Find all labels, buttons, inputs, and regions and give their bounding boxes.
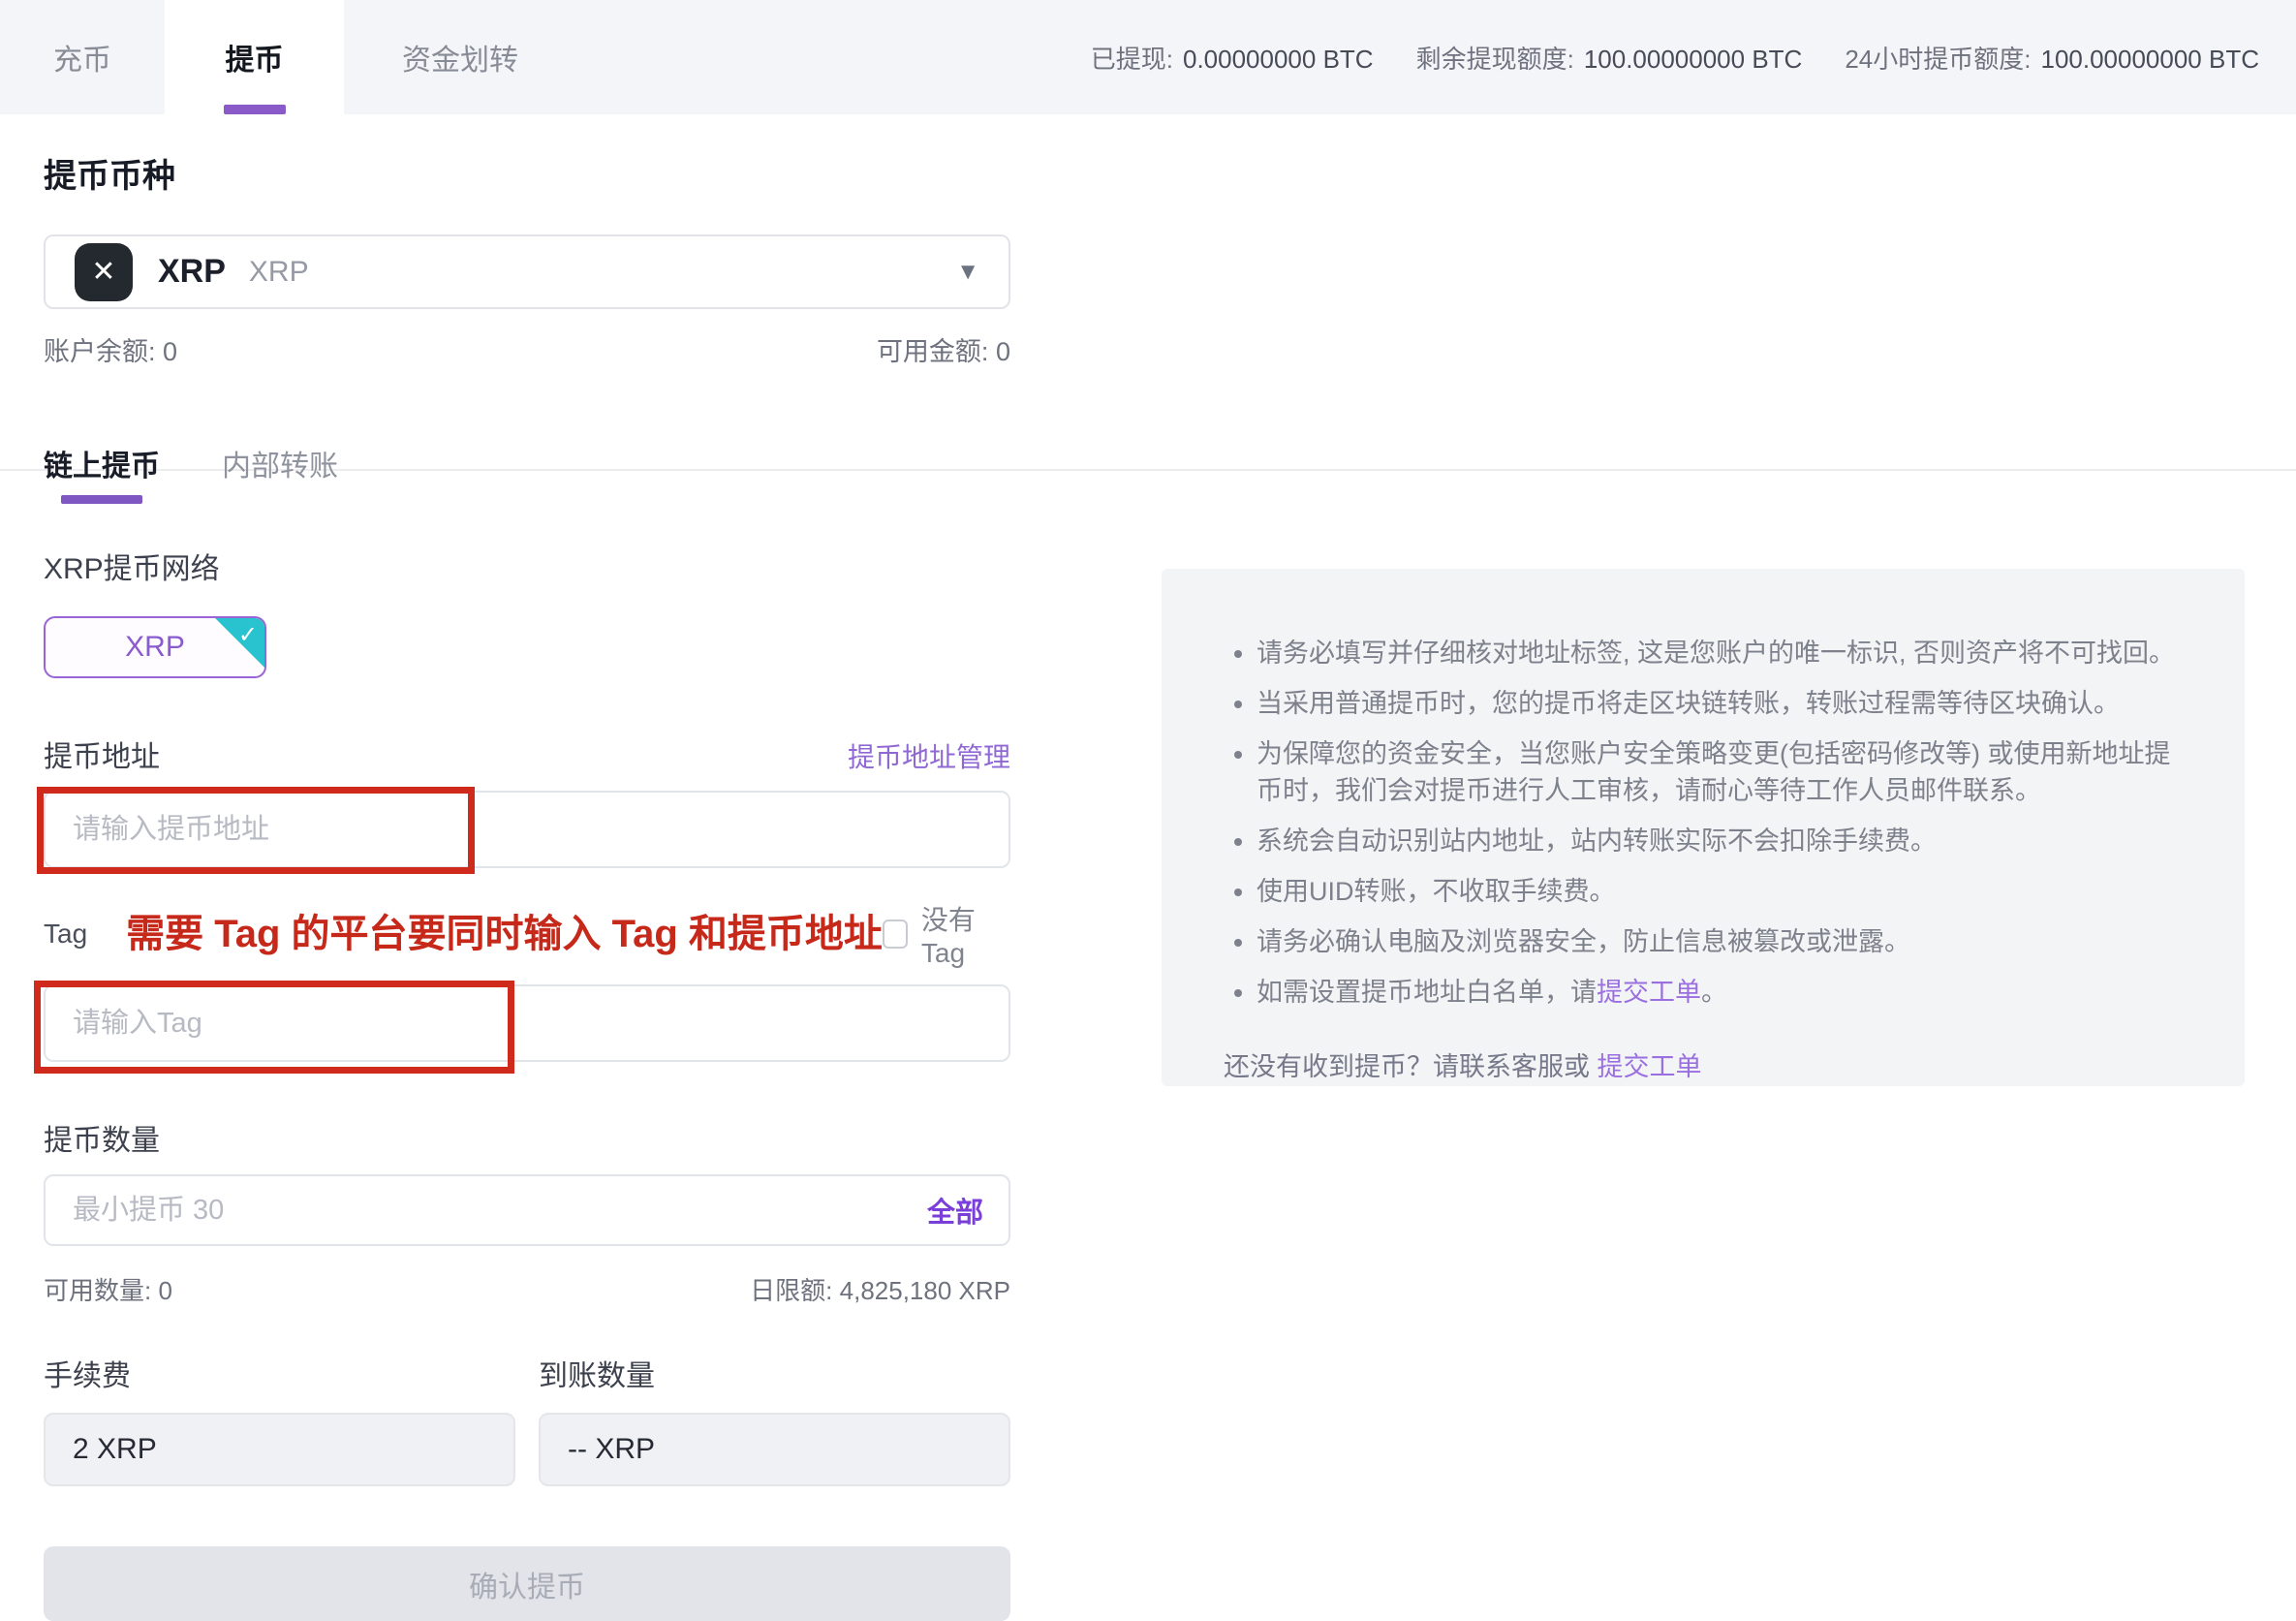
tab-fund-transfer-label: 资金划转 [402, 36, 518, 78]
no-tag-checkbox[interactable] [883, 920, 908, 949]
address-field-head: 提币地址 提币地址管理 [44, 733, 1010, 775]
tab-deposit[interactable]: 充币 [0, 0, 165, 114]
amount-input[interactable] [44, 1174, 1010, 1246]
available-quantity: 可用数量: 0 [44, 1271, 172, 1307]
tag-input[interactable] [44, 984, 1010, 1062]
notice-item: 请务必填写并仔细核对地址标签, 这是您账户的唯一标识, 否则资产将不可找回。 [1257, 635, 2183, 671]
tab-deposit-label: 充币 [53, 36, 111, 78]
tab-withdraw[interactable]: 提币 [165, 0, 344, 114]
tab-fund-transfer[interactable]: 资金划转 [344, 0, 576, 114]
notice-item: 为保障您的资金安全，当您账户安全策略变更(包括密码修改等) 或使用新地址提币时，… [1257, 735, 2183, 809]
notice-panel: 请务必填写并仔细核对地址标签, 这是您账户的唯一标识, 否则资产将不可找回。 当… [1162, 569, 2245, 1086]
fee-value: 2 XRP [44, 1413, 515, 1486]
no-tag-option[interactable]: 没有 Tag [883, 899, 1010, 969]
stat-remaining-quota: 剩余提现额度: 100.00000000 BTC [1416, 40, 1803, 76]
network-chip-label: XRP [125, 631, 185, 664]
network-chip-xrp[interactable]: XRP ✓ [44, 616, 266, 678]
currency-symbol: XRP [158, 253, 226, 291]
panel-footer: 还没有收到提币？请联系客服或 提交工单 [1224, 1045, 2183, 1083]
address-input-wrap [44, 791, 1010, 868]
currency-selector[interactable]: ✕ XRP XRP ▼ [44, 234, 1010, 309]
daily-limit: 日限额: 4,825,180 XRP [750, 1271, 1010, 1307]
balance-row: 账户余额: 0 可用金额: 0 [44, 330, 1010, 368]
tag-annotation-text: 需要 Tag 的平台要同时输入 Tag 和提币地址 [126, 912, 883, 956]
method-tabs: 链上提币 内部转账 [44, 442, 1010, 504]
notice-item: 请务必确认电脑及浏览器安全，防止信息被篡改或泄露。 [1257, 923, 2183, 960]
available-amount: 可用金额: 0 [877, 330, 1010, 368]
network-label: XRP提币网络 [44, 545, 1010, 587]
tab-onchain-withdraw[interactable]: 链上提币 [44, 442, 160, 504]
fee-label: 手续费 [44, 1360, 131, 1392]
withdraw-form: 提币币种 ✕ XRP XRP ▼ 账户余额: 0 可用金额: 0 链上提币 内部… [44, 114, 1010, 1621]
receive-value: -- XRP [539, 1413, 1010, 1486]
onchain-tab-underline [61, 495, 142, 504]
chevron-down-icon: ▼ [956, 261, 979, 284]
fee-row: 手续费 2 XRP 到账数量 -- XRP [44, 1352, 1010, 1486]
address-input[interactable] [44, 791, 1010, 868]
receive-label: 到账数量 [539, 1360, 655, 1392]
submit-ticket-link[interactable]: 提交工单 [1597, 978, 1701, 1007]
receive-column: 到账数量 -- XRP [539, 1352, 1010, 1486]
amount-label: 提币数量 [44, 1116, 160, 1159]
currency-name: XRP [249, 256, 309, 289]
notice-item: 当采用普通提币时，您的提币将走区块链转账，转账过程需等待区块确认。 [1257, 685, 2183, 722]
all-button[interactable]: 全部 [927, 1190, 983, 1231]
notice-list: 请务必填写并仔细核对地址标签, 这是您账户的唯一标识, 否则资产将不可找回。 当… [1224, 635, 2183, 1011]
limits-row: 可用数量: 0 日限额: 4,825,180 XRP [44, 1271, 1010, 1307]
check-icon: ✓ [238, 621, 258, 649]
tab-internal-transfer[interactable]: 内部转账 [222, 442, 338, 504]
confirm-withdraw-button[interactable]: 确认提币 [44, 1546, 1010, 1621]
address-label: 提币地址 [44, 733, 160, 775]
no-tag-label: 没有 Tag [921, 899, 1010, 969]
account-balance: 账户余额: 0 [44, 330, 177, 368]
section-title-currency: 提币币种 [44, 157, 1010, 196]
active-tab-underline [224, 105, 286, 114]
tab-withdraw-label: 提币 [226, 36, 284, 78]
stat-withdrawn: 已提现: 0.00000000 BTC [1091, 40, 1374, 76]
fee-column: 手续费 2 XRP [44, 1352, 515, 1486]
top-tab-bar: 充币 提币 资金划转 已提现: 0.00000000 BTC 剩余提现额度: 1… [0, 0, 2296, 114]
stat-24h-quota: 24小时提币额度: 100.00000000 BTC [1845, 40, 2259, 76]
footer-submit-ticket-link[interactable]: 提交工单 [1598, 1052, 1702, 1081]
address-manage-link[interactable]: 提币地址管理 [848, 736, 1010, 775]
notice-item: 系统会自动识别站内地址，站内转账实际不会扣除手续费。 [1257, 823, 2183, 859]
amount-input-wrap: 全部 [44, 1174, 1010, 1246]
tag-label: Tag [44, 919, 87, 950]
tag-field-head: Tag 需要 Tag 的平台要同时输入 Tag 和提币地址 没有 Tag [44, 899, 1010, 969]
notice-item: 使用UID转账，不收取手续费。 [1257, 873, 2183, 910]
xrp-coin-icon: ✕ [75, 243, 133, 301]
withdraw-quota-stats: 已提现: 0.00000000 BTC 剩余提现额度: 100.00000000… [1091, 0, 2296, 114]
amount-field-head: 提币数量 [44, 1116, 1010, 1159]
notice-item-whitelist: 如需设置提币地址白名单，请提交工单。 [1257, 974, 2183, 1011]
tag-input-wrap [44, 984, 1010, 1062]
